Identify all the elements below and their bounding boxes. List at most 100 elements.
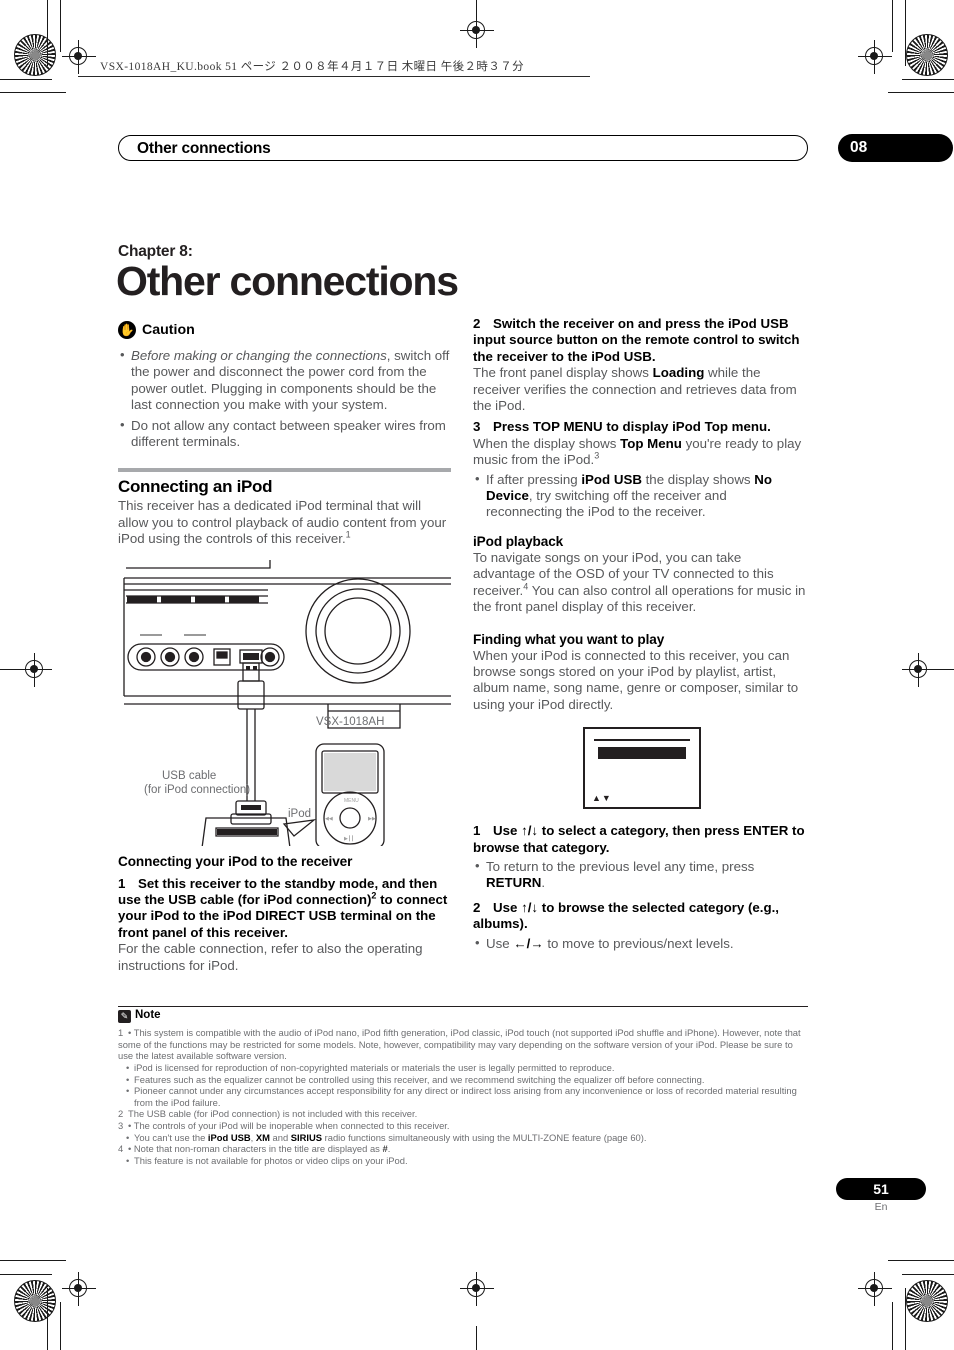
footnote-3: 3 • The controls of your iPod will be ino… (118, 1119, 450, 1131)
footnote-3-sub-2: You can't use the iPod USB, XM and SIRIU… (118, 1132, 808, 1144)
footnote-2-text: The USB cable (for iPod connection) is n… (128, 1108, 418, 1120)
step-1-connect: 1 Set this receiver to the standby mode, … (118, 876, 451, 942)
section-heading-connecting-ipod: Connecting an iPod (118, 477, 273, 497)
footnote-1-number: 1 (118, 1027, 124, 1039)
osd-top-divider (594, 739, 690, 741)
step-1-body: For the cable connection, refer to also … (118, 941, 423, 973)
chapter-number-badge: 08 (838, 134, 953, 162)
osd-highlighted-row (598, 747, 686, 760)
footnote-1-sub-3: Pioneer cannot under any circumstances a… (118, 1085, 808, 1108)
registration-target-top-left (62, 40, 96, 74)
ipod-connection-diagram: MENU ◀◀ ▶▶ ▶┃┃ (123, 559, 451, 849)
footnote-4-text-c: . (387, 1143, 391, 1155)
note-header: ✎ Note (118, 1009, 808, 1025)
note-pencil-icon: ✎ (118, 1010, 131, 1024)
crop-mark (476, 1326, 478, 1350)
step-3-bullets: If after pressing iPod USB the display s… (473, 471, 806, 521)
crop-mark (892, 1302, 894, 1350)
crop-mark (932, 669, 954, 671)
footnote-3-number: 3 (118, 1119, 124, 1131)
caution-item-1: Before making or changing the connection… (118, 347, 451, 414)
footnote-2: 2 The USB cable (for iPod connection) is … (118, 1108, 808, 1120)
figure-cable-label-line2: (for iPod connection) (144, 783, 251, 796)
footnote-ref-1: 1 (345, 529, 351, 540)
subsection-heading-finding: Finding what you want to play (473, 631, 665, 647)
nav-step-1-bullet-a: To return to the previous level any time… (486, 858, 755, 874)
footnote-1-sub-2: Features such as the equalizer cannot be… (118, 1074, 808, 1086)
hand-icon: ✋ (118, 321, 136, 339)
footnote-3-bold-xm: XM (255, 1131, 270, 1143)
step-2-body: The front panel display shows Loading wh… (473, 365, 806, 414)
footnotes-rule (118, 1006, 808, 1008)
step-2-heading: 2 Switch the receiver on and press the iP… (473, 316, 806, 365)
footnote-4-sub-2: This feature is not available for photos… (118, 1155, 808, 1167)
left-right-arrow-icon: ←/→ (513, 935, 544, 951)
svg-text:▶┃┃: ▶┃┃ (344, 835, 354, 842)
nav-step-2-bullet-a: Use (486, 935, 514, 951)
crop-mark (0, 92, 66, 94)
nav-step-2-bullets: Use ←/→ to move to previous/next levels. (473, 935, 806, 952)
step-3-body-a: When the display shows (473, 435, 621, 451)
step-3-bullet-1: If after pressing iPod USB the display s… (473, 471, 806, 521)
step-3-heading: 3 Press TOP MENU to display iPod Top menu… (473, 419, 806, 435)
svg-text:▶▶: ▶▶ (368, 816, 376, 822)
footnote-3-sub2-a: You can't use the (134, 1131, 208, 1143)
crop-mark (902, 79, 954, 81)
figure-ipod-label: iPod (288, 807, 312, 820)
footnote-2-number: 2 (118, 1108, 124, 1120)
footnote-ref-3: 3 (594, 450, 600, 461)
ipod-playback-body: To navigate songs on your iPod, you can … (473, 550, 806, 616)
footnote-1-text: This system is compatible with the audio… (118, 1027, 801, 1062)
footnote-3-sub2-d: and (269, 1131, 291, 1143)
crop-mark (905, 1288, 907, 1350)
crop-mark (0, 1260, 66, 1262)
crop-mark (888, 92, 954, 94)
registration-circle-bottom-left (14, 1280, 56, 1322)
footnote-1: 1 • This system is compatible with the au… (118, 1027, 801, 1062)
figure-cable-label-line1: USB cable (162, 769, 217, 782)
step-3-body-bold: Top Menu (620, 435, 682, 451)
left-column: ✋ Caution Before making or changing the … (118, 321, 451, 974)
nav-step-1-bullet-b: . (541, 875, 546, 891)
osd-screen-mockup: ▲▼ (583, 727, 701, 810)
step-3-bullet-bold-ipod-usb: iPod USB (581, 471, 642, 487)
registration-target-bottom-right (858, 1272, 892, 1306)
crop-mark (888, 1260, 954, 1262)
step-3-head-text: Press TOP MENU to display iPod Top menu. (493, 419, 771, 435)
nav-step-1-heading: 1 Use ↑/↓ to select a category, then pres… (473, 823, 806, 856)
right-column: 2 Switch the receiver on and press the iP… (473, 316, 806, 952)
footnote-3-bold-sirius: SIRIUS (290, 1131, 323, 1143)
registration-target-right-mid (902, 653, 936, 687)
nav-step-1-head-a: Use (493, 823, 522, 839)
chapter-number-label: 08 (850, 139, 868, 156)
footnote-4: 4 • Note that non-roman characters in the… (118, 1143, 391, 1155)
step-1-number: 1 (118, 875, 126, 891)
osd-scroll-arrows-icon: ▲▼ (592, 793, 612, 804)
up-down-arrow-icon: ↑/↓ (521, 823, 539, 839)
figure-receiver-label: VSX-1018AH (316, 715, 385, 728)
step-2-head-text: Switch the receiver on and press the iPo… (473, 316, 800, 364)
caution-header: ✋ Caution (118, 321, 451, 342)
footnote-4-text-a: Note that non-roman characters in the ti… (133, 1143, 383, 1155)
up-down-arrow-icon-2: ↑/↓ (521, 899, 539, 915)
nav-step-1-bullets: To return to the previous level any time… (473, 858, 806, 892)
registration-circle-bottom-right (906, 1280, 948, 1322)
registration-circle-top-right (906, 34, 948, 76)
step-3-body: When the display shows Top Menu you're r… (473, 436, 806, 469)
connecting-ipod-intro: This receiver has a dedicated iPod termi… (118, 498, 451, 547)
crop-mark (902, 1274, 954, 1276)
step-2-number: 2 (473, 316, 481, 331)
crop-mark (47, 1288, 49, 1350)
registration-target-top-right (858, 40, 892, 74)
crop-mark (0, 79, 52, 81)
caution-item-1-italic: Before making or changing the connection… (131, 348, 387, 363)
crop-mark (47, 0, 49, 66)
step-2-body-bold: Loading (652, 365, 705, 381)
figure-ipod-connection: MENU ◀◀ ▶▶ ▶┃┃ VSX-1018AH USB cable (for… (118, 556, 451, 849)
registration-circle-top-left (14, 34, 56, 76)
registration-target-bottom-center (460, 1272, 494, 1306)
nav-step-2-bullet: Use ←/→ to move to previous/next levels. (473, 935, 806, 952)
footnote-4-number: 4 (118, 1143, 124, 1155)
note-title: Note (135, 1009, 161, 1022)
registration-target-left-mid (18, 653, 52, 687)
